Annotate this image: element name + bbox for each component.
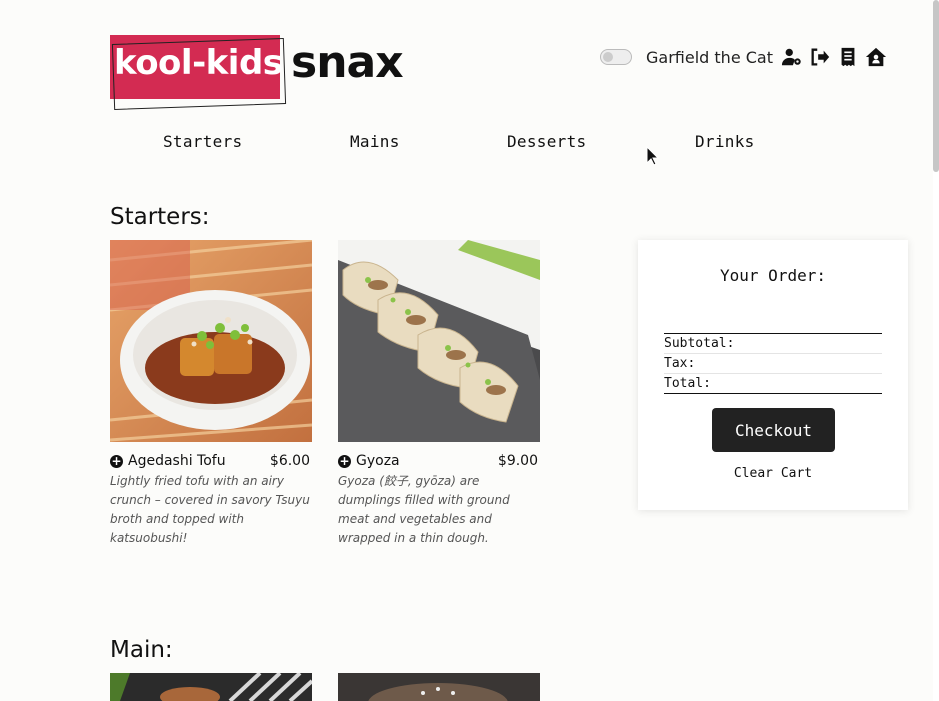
scrollbar-thumb[interactable]	[933, 0, 939, 172]
order-panel: Your Order: Subtotal: Tax: Total: Checko…	[638, 240, 908, 510]
order-title: Your Order:	[720, 266, 826, 285]
theme-toggle[interactable]	[600, 49, 633, 65]
toggle-knob	[603, 52, 614, 62]
username: Garfield the Cat	[646, 47, 773, 67]
menu-item-price: $9.00	[497, 453, 538, 469]
menu-item-header: + Agedashi Tofu $6.00	[110, 452, 312, 470]
main-item-photo	[110, 673, 312, 701]
nav-drinks[interactable]: Drinks	[695, 132, 755, 151]
add-item-button[interactable]: +	[338, 454, 351, 468]
menu-item-description: Gyoza (餃子, gyōza) are dumplings filled w…	[338, 474, 510, 545]
user-settings-icon[interactable]	[781, 46, 803, 68]
logo-primary-text: kool-kids	[114, 43, 283, 83]
starters-heading: Starters:	[110, 204, 210, 230]
nav-desserts[interactable]: Desserts	[507, 132, 586, 151]
menu-item-name: Agedashi Tofu	[128, 453, 226, 469]
logo-secondary-text: snax	[291, 37, 404, 88]
order-totals: Subtotal: Tax: Total:	[664, 333, 882, 394]
menu-item-description: Lightly fried tofu with an airy crunch –…	[110, 474, 310, 545]
page-scrollbar[interactable]	[933, 0, 939, 701]
user-bar: Garfield the Cat	[600, 46, 887, 68]
gyoza-photo	[338, 240, 540, 442]
agedashi-tofu-photo	[110, 240, 312, 442]
home-icon[interactable]	[865, 46, 887, 68]
main-item-photo	[338, 673, 540, 701]
main-heading: Main:	[110, 637, 173, 663]
add-item-button[interactable]: +	[110, 454, 123, 468]
menu-item-card: + Agedashi Tofu $6.00 Lightly fried tofu…	[110, 240, 312, 548]
receipt-icon[interactable]	[837, 46, 859, 68]
nav-mains[interactable]: Mains	[350, 132, 400, 151]
mouse-cursor	[646, 146, 660, 166]
tax-label: Tax:	[664, 354, 882, 374]
menu-item-header: + Gyoza $9.00	[338, 452, 540, 470]
category-nav: Starters Mains Desserts Drinks	[110, 132, 830, 156]
menu-item-card: + Gyoza $9.00 Gyoza (餃子, gyōza) are dump…	[338, 240, 540, 548]
menu-item-price: $6.00	[269, 453, 310, 469]
total-label: Total:	[664, 376, 711, 391]
subtotal-label: Subtotal:	[664, 334, 882, 354]
checkout-button[interactable]: Checkout	[712, 408, 835, 452]
nav-starters[interactable]: Starters	[163, 132, 242, 151]
clear-cart-link[interactable]: Clear Cart	[638, 466, 908, 481]
menu-item-name: Gyoza	[356, 453, 400, 469]
sign-out-icon[interactable]	[809, 46, 831, 68]
